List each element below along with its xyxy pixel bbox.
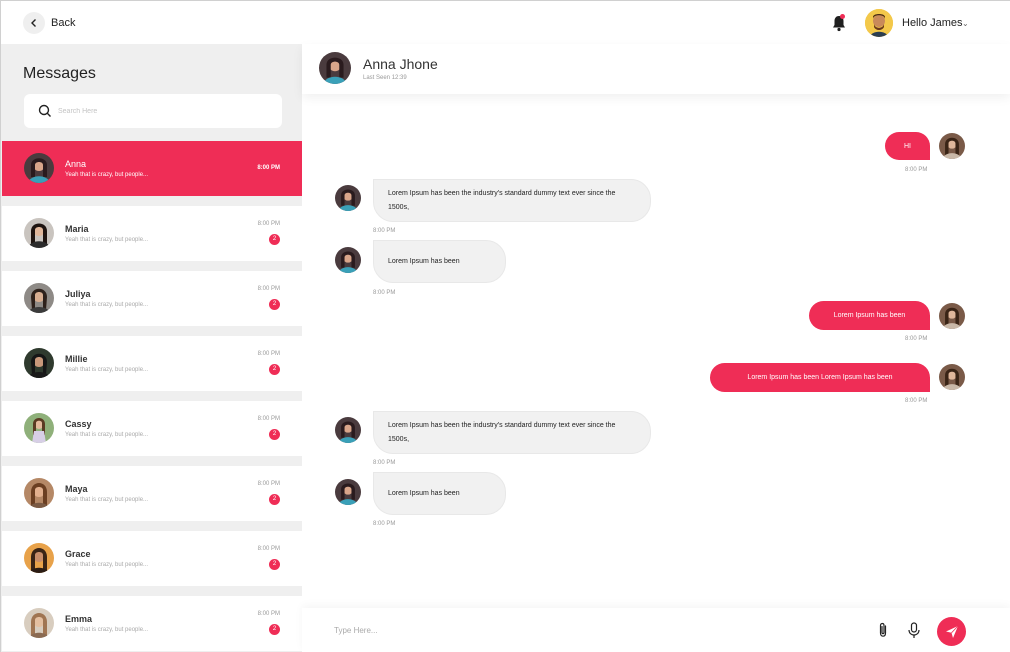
back-label: Back	[51, 17, 76, 29]
contact-time: 8:00 PM	[257, 481, 280, 487]
contact-item-maya[interactable]: Maya Yeah that is crazy, but people... 8…	[2, 466, 302, 521]
contact-time: 8:00 PM	[257, 286, 280, 292]
contact-time: 8:00 PM	[257, 416, 280, 422]
contact-item-emma[interactable]: Emma Yeah that is crazy, but people... 8…	[2, 596, 302, 651]
paperclip-icon[interactable]	[877, 622, 889, 638]
avatar	[335, 417, 361, 443]
sidebar: Messages Anna Yeah that is crazy, but pe…	[0, 44, 302, 652]
unread-badge: 2	[269, 234, 280, 245]
unread-badge: 2	[269, 624, 280, 635]
message-bubble-out: HI	[885, 132, 930, 160]
contact-name: Cassy	[65, 419, 92, 429]
message-time: 8:00 PM	[905, 336, 928, 342]
contact-name: Anna	[65, 159, 87, 169]
message-time: 8:00 PM	[373, 521, 396, 527]
avatar	[24, 153, 54, 183]
top-bar: Back Hello James ⌄	[0, 0, 1010, 44]
contact-time: 8:00 PM	[257, 165, 280, 171]
avatar	[24, 218, 54, 248]
message-bubble-in: Lorem Ipsum has been the industry's stan…	[373, 411, 651, 454]
contact-preview: Yeah that is crazy, but people...	[65, 302, 149, 308]
avatar	[24, 348, 54, 378]
contact-item-juliya[interactable]: Juliya Yeah that is crazy, but people...…	[2, 271, 302, 326]
contact-name: Maria	[65, 224, 89, 234]
avatar	[24, 543, 54, 573]
sidebar-title: Messages	[23, 65, 96, 82]
chat-contact-name: Anna Jhone	[363, 56, 438, 72]
chevron-down-icon[interactable]: ⌄	[962, 19, 969, 28]
contact-name: Juliya	[65, 289, 91, 299]
message-time: 8:00 PM	[373, 460, 396, 466]
message-input[interactable]	[334, 623, 734, 637]
message-time: 8:00 PM	[373, 290, 396, 296]
contact-item-cassy[interactable]: Cassy Yeah that is crazy, but people... …	[2, 401, 302, 456]
chevron-left-icon	[23, 12, 45, 34]
avatar	[24, 608, 54, 638]
search-icon	[38, 104, 51, 117]
contact-preview: Yeah that is crazy, but people...	[65, 562, 149, 568]
back-button[interactable]: Back	[23, 12, 75, 34]
message-bubble-out: Lorem Ipsum has been	[809, 301, 930, 330]
unread-badge: 2	[269, 559, 280, 570]
contact-preview: Yeah that is crazy, but people...	[65, 497, 149, 503]
send-icon	[945, 625, 958, 638]
message-bubble-out: Lorem Ipsum has been Lorem Ipsum has bee…	[710, 363, 930, 392]
avatar[interactable]	[319, 52, 351, 84]
avatar	[24, 283, 54, 313]
contact-preview: Yeah that is crazy, but people...	[65, 237, 149, 243]
contact-name: Maya	[65, 484, 88, 494]
message-time: 8:00 PM	[905, 167, 928, 173]
unread-badge: 2	[269, 364, 280, 375]
contact-time: 8:00 PM	[257, 351, 280, 357]
contact-time: 8:00 PM	[257, 611, 280, 617]
message-composer	[302, 608, 1010, 652]
contact-time: 8:00 PM	[257, 546, 280, 552]
user-avatar[interactable]	[865, 9, 893, 37]
unread-badge: 2	[269, 299, 280, 310]
contact-preview: Yeah that is crazy, but people...	[65, 367, 149, 373]
contact-name: Millie	[65, 354, 88, 364]
contact-preview: Yeah that is crazy, but people...	[65, 432, 149, 438]
message-time: 8:00 PM	[905, 398, 928, 404]
contact-preview: Yeah that is crazy, but people...	[65, 627, 149, 633]
contact-item-millie[interactable]: Millie Yeah that is crazy, but people...…	[2, 336, 302, 391]
search-box	[24, 94, 282, 128]
avatar	[939, 364, 965, 390]
chat-header: Anna Jhone Last Seen 12:39	[302, 44, 1010, 94]
contact-name: Grace	[65, 549, 91, 559]
message-bubble-in: Lorem Ipsum has been	[373, 240, 506, 283]
message-time: 8:00 PM	[373, 228, 396, 234]
contact-preview: Yeah that is crazy, but people...	[65, 172, 149, 178]
unread-badge: 2	[269, 429, 280, 440]
avatar	[939, 303, 965, 329]
notification-dot	[840, 14, 845, 19]
message-bubble-in: Lorem Ipsum has been the industry's stan…	[373, 179, 651, 222]
unread-badge: 2	[269, 494, 280, 505]
avatar	[939, 133, 965, 159]
avatar	[335, 479, 361, 505]
avatar	[335, 185, 361, 211]
avatar	[335, 247, 361, 273]
avatar	[24, 478, 54, 508]
user-greeting[interactable]: Hello James	[902, 17, 963, 29]
contact-item-maria[interactable]: Maria Yeah that is crazy, but people... …	[2, 206, 302, 261]
last-seen: Last Seen 12:39	[363, 75, 407, 81]
contact-time: 8:00 PM	[257, 221, 280, 227]
microphone-icon[interactable]	[907, 622, 921, 639]
message-bubble-in: Lorem Ipsum has been	[373, 472, 506, 515]
send-button[interactable]	[937, 617, 966, 646]
contact-item-anna[interactable]: Anna Yeah that is crazy, but people... 8…	[2, 141, 302, 196]
contact-name: Emma	[65, 614, 93, 624]
avatar	[24, 413, 54, 443]
search-input[interactable]	[58, 103, 268, 119]
contact-item-grace[interactable]: Grace Yeah that is crazy, but people... …	[2, 531, 302, 586]
